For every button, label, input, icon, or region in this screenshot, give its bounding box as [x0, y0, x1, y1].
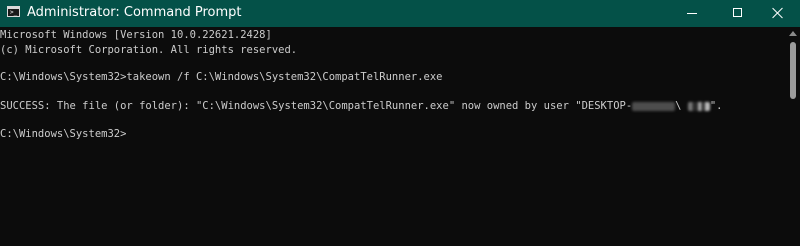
- console-output[interactable]: Microsoft Windows [Version 10.0.22621.24…: [0, 27, 786, 246]
- result-separator: \: [675, 100, 682, 112]
- maximize-button[interactable]: [716, 0, 760, 27]
- command-line: C:\Windows\System32>takeown /f C:\Window…: [0, 71, 443, 83]
- title-bar[interactable]: >_ Administrator: Command Prompt: [0, 0, 800, 27]
- result-suffix: ".: [709, 100, 723, 112]
- command-prompt-window: >_ Administrator: Command Prompt Microso…: [0, 0, 800, 246]
- version-line: Microsoft Windows [Version 10.0.22621.24…: [0, 29, 272, 41]
- redacted-username: [687, 101, 710, 111]
- prompt-line[interactable]: C:\Windows\System32>: [0, 127, 126, 141]
- scroll-up-arrow-icon[interactable]: [789, 31, 797, 36]
- result-prefix: SUCCESS: The file (or folder): "C:\Windo…: [0, 100, 633, 112]
- close-button[interactable]: [756, 0, 800, 27]
- vertical-scrollbar[interactable]: [786, 27, 800, 246]
- minimize-icon: [687, 13, 697, 14]
- close-icon: [772, 7, 784, 19]
- copyright-line: (c) Microsoft Corporation. All rights re…: [0, 44, 298, 56]
- scrollbar-thumb[interactable]: [790, 42, 796, 99]
- result-line: SUCCESS: The file (or folder): "C:\Windo…: [0, 99, 722, 113]
- redacted-computer-name: [632, 101, 676, 111]
- maximize-icon: [733, 8, 742, 17]
- minimize-button[interactable]: [670, 0, 714, 27]
- cmd-icon: >_: [7, 6, 20, 17]
- window-title: Administrator: Command Prompt: [27, 5, 242, 20]
